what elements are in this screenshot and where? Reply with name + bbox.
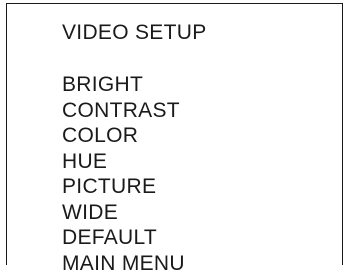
menu-list: BRIGHT CONTRAST COLOR HUE PICTURE WIDE D… [62, 72, 185, 276]
menu-item-contrast[interactable]: CONTRAST [62, 98, 185, 124]
video-setup-panel: VIDEO SETUP BRIGHT CONTRAST COLOR HUE PI… [6, 3, 343, 265]
menu-item-bright[interactable]: BRIGHT [62, 72, 185, 98]
menu-title: VIDEO SETUP [62, 21, 207, 45]
menu-item-wide[interactable]: WIDE [62, 200, 185, 226]
menu-item-default[interactable]: DEFAULT [62, 225, 185, 251]
menu-item-color[interactable]: COLOR [62, 123, 185, 149]
menu-item-hue[interactable]: HUE [62, 149, 185, 175]
menu-item-main-menu[interactable]: MAIN MENU [62, 251, 185, 276]
menu-item-picture[interactable]: PICTURE [62, 174, 185, 200]
